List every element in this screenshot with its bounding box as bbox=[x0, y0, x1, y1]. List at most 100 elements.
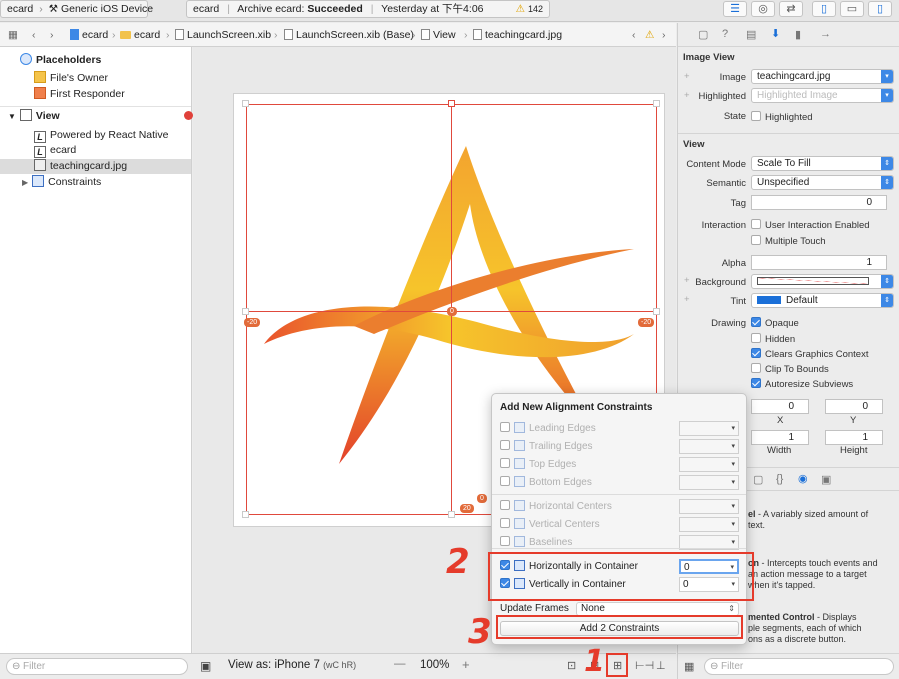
outline-item-constraints[interactable]: ▶ Constraints bbox=[22, 175, 213, 190]
resize-handle[interactable] bbox=[242, 511, 249, 518]
identity-inspector-icon[interactable]: ▤ bbox=[746, 28, 756, 41]
height-field[interactable]: 1 bbox=[825, 430, 883, 445]
library-item-segmented-control[interactable]: mented Control - Displays ple segments, e… bbox=[748, 612, 862, 645]
object-library-icon[interactable]: ◉ bbox=[798, 472, 808, 485]
clip-to-bounds-checkbox[interactable]: Clip To Bounds bbox=[751, 363, 829, 375]
highlighted-image-combo[interactable]: Highlighted Image ▾ bbox=[751, 88, 894, 103]
outline-toggle-icon[interactable]: ▣ bbox=[200, 659, 211, 673]
scheme-selector[interactable]: ecard › ⚒ Generic iOS Device bbox=[0, 0, 153, 18]
standard-editor-icon[interactable]: ☰ bbox=[723, 1, 747, 17]
related-items-icon[interactable]: ▦ bbox=[8, 23, 18, 47]
view-as-label[interactable]: View as: iPhone 7 (wC hR) bbox=[228, 659, 356, 671]
breadcrumb-item[interactable]: LaunchScreen.xib bbox=[175, 23, 271, 47]
image-label: Image bbox=[719, 72, 746, 83]
outline-filter-input[interactable]: ⊖ Filter bbox=[6, 658, 188, 675]
breadcrumb-item[interactable]: teachingcard.jpg bbox=[473, 23, 562, 47]
resolve-issues-icon[interactable]: ⊥ bbox=[656, 659, 666, 672]
chevron-right-icon: › bbox=[274, 29, 278, 41]
activity-status: Succeeded bbox=[307, 3, 363, 15]
checkbox-off-icon[interactable] bbox=[500, 440, 510, 450]
help-inspector-icon[interactable]: ? bbox=[722, 28, 728, 40]
file-inspector-icon[interactable]: ▢ bbox=[698, 28, 708, 41]
attributes-inspector-icon[interactable]: ⬇ bbox=[771, 27, 780, 40]
tint-swatch bbox=[757, 296, 781, 304]
assistant-editor-icon[interactable]: ◎ bbox=[751, 1, 775, 17]
breadcrumb-item[interactable]: LaunchScreen.xib (Base) bbox=[284, 23, 414, 47]
forward-icon[interactable]: › bbox=[50, 23, 54, 47]
breadcrumb-item[interactable]: ecard bbox=[120, 23, 160, 47]
resize-handle[interactable] bbox=[653, 308, 660, 315]
opaque-checkbox[interactable]: Opaque bbox=[751, 317, 799, 329]
constraint-badge[interactable]: -20 bbox=[638, 318, 655, 327]
resize-handle[interactable] bbox=[448, 511, 455, 518]
checkbox-off-icon[interactable] bbox=[500, 500, 510, 510]
alignment-option: Top Edges bbox=[500, 457, 576, 473]
alpha-field[interactable]: 1 bbox=[751, 255, 887, 270]
checkbox-off-icon[interactable] bbox=[500, 518, 510, 528]
back-icon[interactable]: ‹ bbox=[32, 23, 36, 47]
resize-handle[interactable] bbox=[653, 100, 660, 107]
hidden-checkbox[interactable]: Hidden bbox=[751, 333, 795, 345]
state-highlighted-checkbox[interactable]: Highlighted bbox=[751, 111, 813, 123]
warning-icon[interactable]: ⚠ bbox=[645, 23, 654, 47]
checkbox-off-icon[interactable] bbox=[500, 536, 510, 546]
next-issue-icon[interactable]: › bbox=[662, 23, 666, 47]
plus-icon[interactable]: + bbox=[684, 90, 690, 101]
checkbox-on-icon bbox=[751, 317, 761, 327]
user-interaction-checkbox[interactable]: User Interaction Enabled bbox=[751, 219, 870, 231]
checkbox-off-icon[interactable] bbox=[500, 422, 510, 432]
breadcrumb-item[interactable]: View bbox=[421, 23, 456, 47]
error-badge-icon[interactable] bbox=[184, 111, 193, 120]
x-field[interactable]: 0 bbox=[751, 399, 809, 414]
chevron-updown-icon: ⇕ bbox=[881, 275, 893, 288]
file-template-icon[interactable]: ▢ bbox=[753, 473, 763, 486]
multiple-touch-checkbox[interactable]: Multiple Touch bbox=[751, 235, 826, 247]
previous-issue-icon[interactable]: ‹ bbox=[632, 23, 636, 47]
autoresize-checkbox[interactable]: Autoresize Subviews bbox=[751, 378, 853, 390]
breadcrumb-item[interactable]: ecard bbox=[70, 23, 108, 47]
navigator-toggle-icon[interactable]: ▯ bbox=[812, 1, 836, 17]
code-snippet-icon[interactable]: {} bbox=[776, 473, 783, 485]
library-item-button[interactable]: on - Intercepts touch events and an actio… bbox=[748, 558, 878, 591]
image-combo[interactable]: teachingcard.jpg ▾ bbox=[751, 69, 894, 84]
utilities-toggle-icon[interactable]: ▯ bbox=[868, 1, 892, 17]
checkbox-off-icon[interactable] bbox=[500, 476, 510, 486]
clears-graphics-checkbox[interactable]: Clears Graphics Context bbox=[751, 348, 868, 360]
checkbox-off-icon[interactable] bbox=[500, 458, 510, 468]
zoom-out-button[interactable]: — bbox=[394, 658, 406, 670]
resize-handle[interactable] bbox=[242, 100, 249, 107]
constraint-badge[interactable]: -20 bbox=[244, 318, 261, 327]
add-new-constraints-icon[interactable]: ⊢⊣ bbox=[635, 659, 654, 672]
debug-area-toggle-icon[interactable]: ▭ bbox=[840, 1, 864, 17]
width-field[interactable]: 1 bbox=[751, 430, 809, 445]
media-library-icon[interactable]: ▣ bbox=[821, 473, 831, 486]
library-item-label[interactable]: el - A variably sized amount of text. bbox=[748, 509, 868, 531]
warning-indicator[interactable]: ⚠ 142 bbox=[516, 1, 543, 17]
tag-field[interactable]: 0 bbox=[751, 195, 887, 210]
grid-view-icon[interactable]: ▦ bbox=[684, 660, 694, 673]
resize-handle[interactable] bbox=[242, 308, 249, 315]
embed-in-stack-icon[interactable]: ⊡ bbox=[567, 659, 576, 672]
zoom-in-button[interactable]: + bbox=[462, 657, 470, 672]
tint-popup[interactable]: Default ⇕ bbox=[751, 293, 894, 308]
content-mode-popup[interactable]: Scale To Fill ⇕ bbox=[751, 156, 894, 171]
update-frames-popup[interactable]: None ⇕ bbox=[576, 602, 739, 616]
label-icon: L bbox=[34, 131, 46, 143]
chevron-right-icon: › bbox=[166, 29, 170, 41]
background-color-well[interactable]: ⇕ bbox=[751, 274, 894, 289]
size-inspector-icon[interactable]: ▮ bbox=[795, 28, 801, 41]
plus-icon[interactable]: + bbox=[684, 71, 690, 82]
outline-item-image-view[interactable]: teachingcard.jpg bbox=[0, 159, 191, 174]
library-filter-input[interactable]: ⊖ Filter bbox=[704, 658, 894, 675]
y-field[interactable]: 0 bbox=[825, 399, 883, 414]
outline-item-view[interactable]: ▼ View bbox=[8, 109, 199, 124]
resize-handle[interactable] bbox=[448, 100, 455, 107]
chevron-down-icon: ▾ bbox=[881, 89, 893, 102]
version-editor-icon[interactable]: ⇄ bbox=[779, 1, 803, 17]
constraint-badge[interactable]: 0 bbox=[447, 307, 457, 316]
constraint-badge[interactable]: 20 bbox=[460, 504, 474, 513]
connections-inspector-icon[interactable]: → bbox=[820, 28, 831, 40]
semantic-popup[interactable]: Unspecified ⇕ bbox=[751, 175, 894, 190]
constraint-badge[interactable]: 0 bbox=[477, 494, 487, 503]
label-icon: L bbox=[34, 146, 46, 158]
